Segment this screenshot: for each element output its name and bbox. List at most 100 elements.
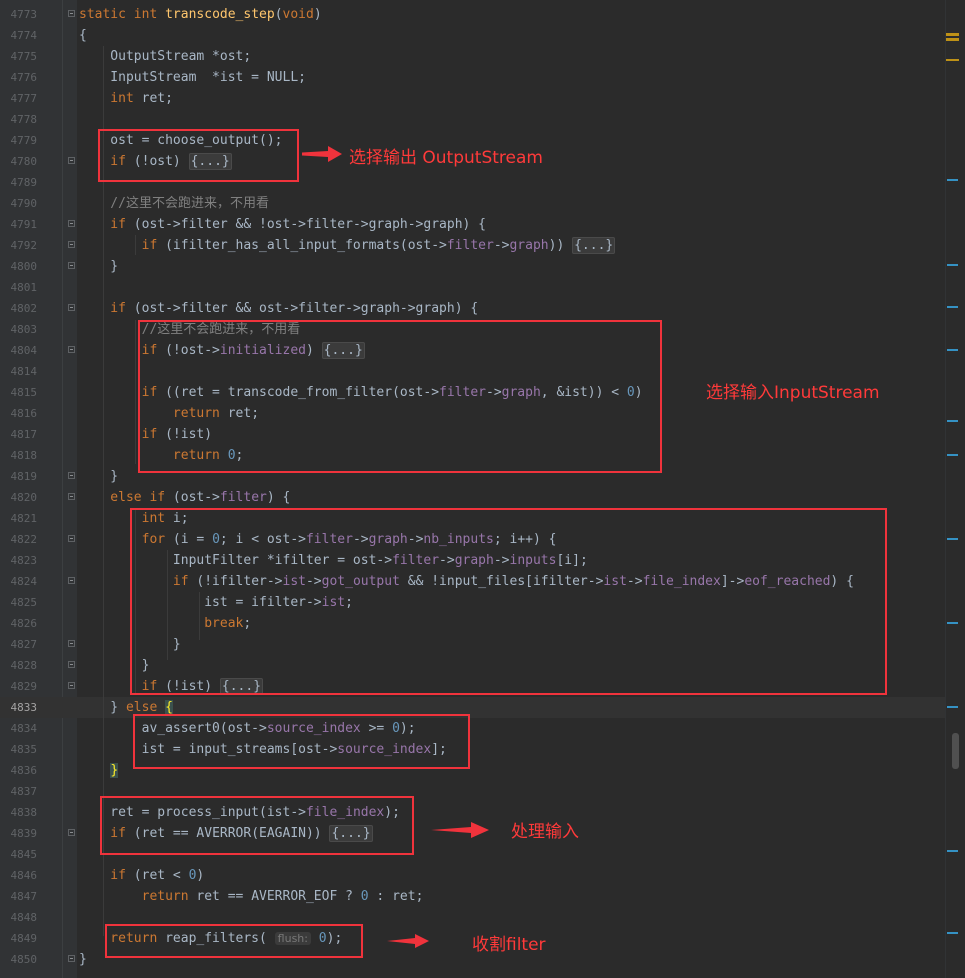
fold-toggle-icon[interactable]	[68, 682, 75, 689]
line-number: 4835	[10, 743, 38, 756]
line-number: 4817	[10, 428, 38, 441]
code-line[interactable]: 4775 OutputStream *ost;	[0, 46, 945, 67]
folded-region-button[interactable]: {...}	[572, 237, 616, 254]
annotation-box-process	[100, 796, 414, 855]
code-text[interactable]: int ret;	[79, 88, 173, 109]
warning-marker[interactable]	[946, 38, 959, 41]
fold-toggle-icon[interactable]	[68, 10, 75, 17]
line-number: 4850	[10, 953, 38, 966]
info-marker[interactable]	[947, 264, 958, 266]
code-line[interactable]: 4778	[0, 109, 945, 130]
line-number: 4820	[10, 491, 38, 504]
code-line[interactable]: 4791 if (ost->filter && !ost->filter->gr…	[0, 214, 945, 235]
code-token: if	[79, 868, 134, 883]
info-marker[interactable]	[947, 179, 958, 181]
code-line[interactable]: 4774 {	[0, 25, 945, 46]
code-line[interactable]: 4773 static int transcode_step(void)	[0, 4, 945, 25]
code-text[interactable]: }	[79, 760, 119, 781]
code-token: (ost->filter && !ost->filter->graph->gra…	[133, 217, 486, 232]
code-line[interactable]: 4846 if (ret < 0)	[0, 865, 945, 886]
info-marker[interactable]	[947, 932, 958, 934]
code-text[interactable]: OutputStream *ost;	[79, 46, 251, 67]
info-marker[interactable]	[947, 454, 958, 456]
line-number: 4818	[10, 449, 38, 462]
code-text[interactable]: if (ifilter_has_all_input_formats(ost->f…	[79, 235, 616, 256]
code-line[interactable]: 4800 }	[0, 256, 945, 277]
fold-toggle-icon[interactable]	[68, 493, 75, 500]
code-editor[interactable]: 4773 static int transcode_step(void) 4774 {…	[0, 0, 965, 978]
code-token: (ost->	[172, 490, 220, 505]
info-marker[interactable]	[947, 538, 958, 540]
fold-toggle-icon[interactable]	[68, 577, 75, 584]
code-line[interactable]: 4777 int ret;	[0, 88, 945, 109]
info-marker[interactable]	[947, 850, 958, 852]
line-number: 4837	[10, 785, 38, 798]
line-number: 4819	[10, 470, 38, 483]
code-token: ret == AVERROR_EOF ?	[196, 889, 361, 904]
line-number: 4814	[10, 365, 38, 378]
info-marker[interactable]	[947, 349, 958, 351]
fold-toggle-icon[interactable]	[68, 157, 75, 164]
code-text[interactable]: {	[79, 25, 87, 46]
code-text[interactable]: }	[79, 466, 118, 487]
code-text[interactable]: }	[79, 256, 118, 277]
fold-toggle-icon[interactable]	[68, 535, 75, 542]
fold-toggle-icon[interactable]	[68, 829, 75, 836]
indent-guide	[135, 235, 136, 255]
matched-brace: {	[165, 700, 173, 715]
code-token: (ret <	[133, 868, 189, 883]
fold-toggle-icon[interactable]	[68, 220, 75, 227]
fold-toggle-icon[interactable]	[68, 955, 75, 962]
code-text[interactable]: if (ret < 0)	[79, 865, 204, 886]
fold-toggle-icon[interactable]	[68, 640, 75, 647]
code-text[interactable]: //这里不会跑进来，不用看	[79, 193, 269, 214]
fold-toggle-icon[interactable]	[68, 304, 75, 311]
code-text[interactable]: static int transcode_step(void)	[79, 4, 322, 25]
warning-marker[interactable]	[946, 59, 959, 61]
code-line[interactable]: 4776 InputStream *ist = NULL;	[0, 67, 945, 88]
fold-toggle-icon[interactable]	[68, 262, 75, 269]
code-token: ) {	[266, 490, 291, 505]
code-line[interactable]: 4801	[0, 277, 945, 298]
warning-marker[interactable]	[946, 33, 959, 36]
annotation-box-input-direct	[133, 714, 470, 769]
fold-toggle-icon[interactable]	[68, 661, 75, 668]
line-number: 4822	[10, 533, 38, 546]
code-text[interactable]: if (ost->filter && !ost->filter->graph->…	[79, 214, 486, 235]
code-token: : ret;	[368, 889, 424, 904]
line-number: 4780	[10, 155, 38, 168]
code-text[interactable]: }	[79, 949, 87, 970]
line-number: 4815	[10, 386, 38, 399]
annotation-output: 选择输出 OutputStream	[349, 148, 543, 168]
code-line[interactable]: 4820 else if (ost->filter) {	[0, 487, 945, 508]
code-token: 0	[360, 889, 369, 904]
code-line[interactable]: 4847 return ret == AVERROR_EOF ? 0 : ret…	[0, 886, 945, 907]
code-line[interactable]: 4790 //这里不会跑进来，不用看	[0, 193, 945, 214]
vertical-scrollbar[interactable]	[945, 0, 965, 978]
fold-toggle-icon[interactable]	[68, 472, 75, 479]
code-text[interactable]: else if (ost->filter) {	[79, 487, 290, 508]
code-token: else if	[79, 490, 173, 505]
code-token: }	[79, 259, 119, 274]
info-marker[interactable]	[947, 622, 958, 624]
info-marker[interactable]	[947, 706, 958, 708]
code-text[interactable]: InputStream *ist = NULL;	[79, 67, 306, 88]
line-number: 4846	[10, 869, 38, 882]
fold-toggle-icon[interactable]	[68, 346, 75, 353]
code-text[interactable]: return ret == AVERROR_EOF ? 0 : ret;	[79, 886, 424, 907]
line-number: 4827	[10, 638, 38, 651]
code-token: graph	[509, 238, 549, 253]
code-text[interactable]: if (ost->filter && ost->filter->graph->g…	[79, 298, 478, 319]
info-marker[interactable]	[947, 306, 958, 308]
line-number: 4800	[10, 260, 38, 273]
scrollbar-thumb[interactable]	[952, 733, 959, 769]
line-number: 4834	[10, 722, 38, 735]
code-token: if	[79, 238, 166, 253]
code-token: //这里不会跑进来，不用看	[79, 196, 269, 211]
info-marker[interactable]	[947, 420, 958, 422]
code-line[interactable]: 4792 if (ifilter_has_all_input_formats(o…	[0, 235, 945, 256]
code-token: OutputStream *ost;	[79, 49, 252, 64]
code-line[interactable]: 4802 if (ost->filter && ost->filter->gra…	[0, 298, 945, 319]
fold-toggle-icon[interactable]	[68, 241, 75, 248]
code-token: ret;	[141, 91, 173, 106]
